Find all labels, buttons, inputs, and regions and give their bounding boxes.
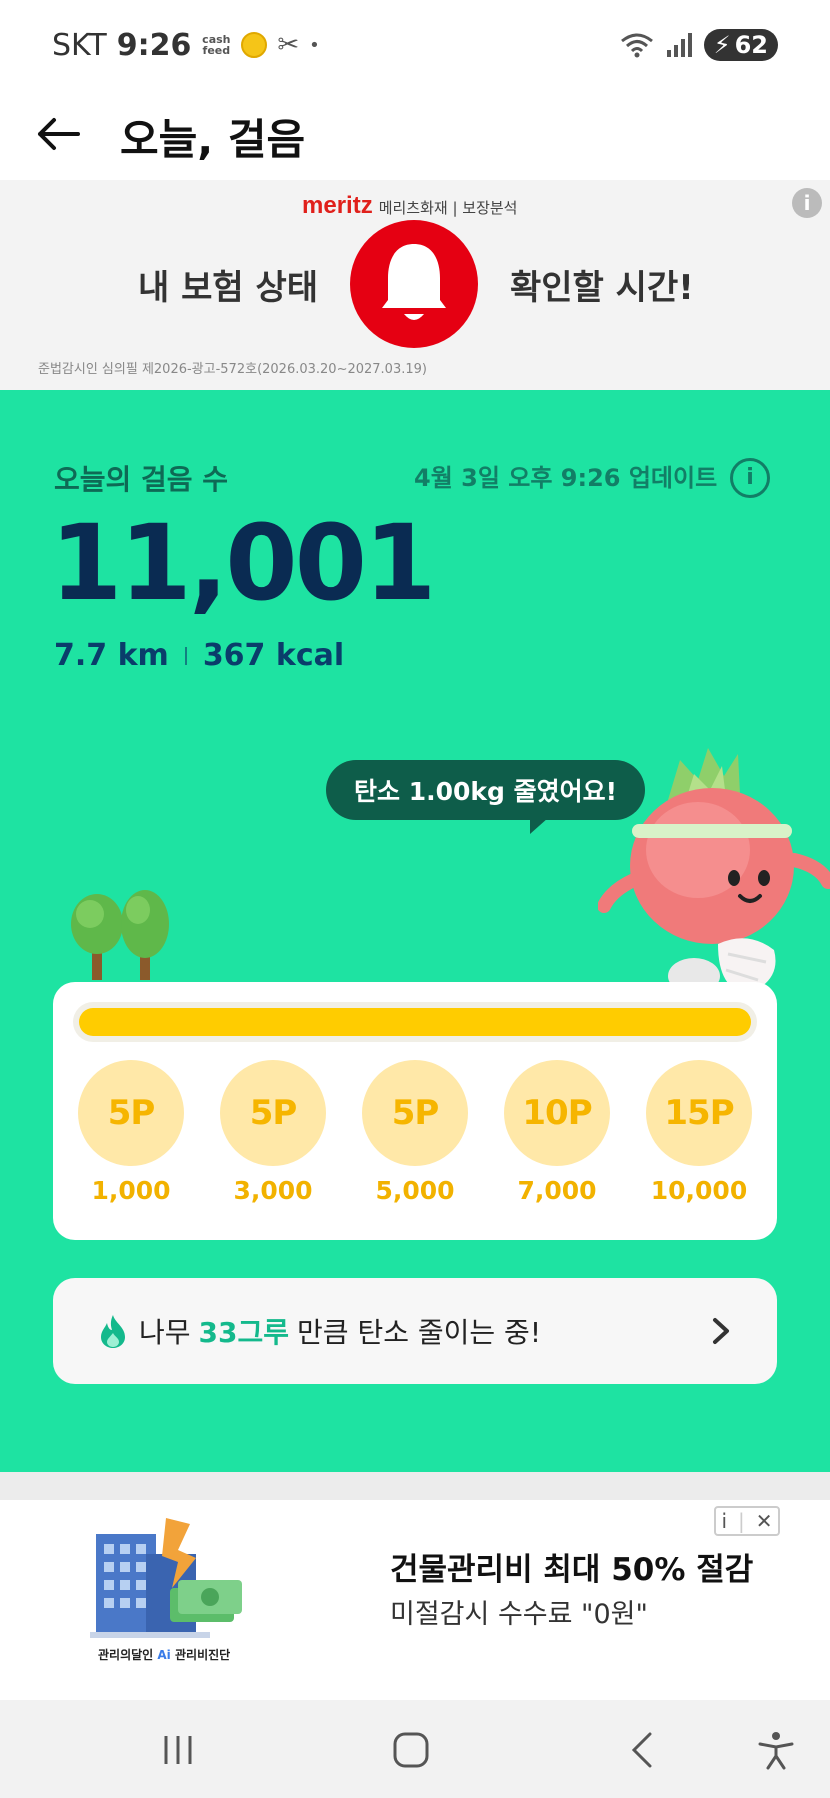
coin-icon — [241, 32, 268, 58]
ad-legal-notice: 준법감시인 심의필 제2026-광고-572호(2026.03.20~2027.… — [38, 362, 427, 377]
wifi-icon — [620, 32, 654, 58]
page-title: 오늘, 걸음 — [120, 115, 306, 164]
status-bar: SKT 9:26 cash feed ✂ • ⚡ 62 — [0, 0, 830, 90]
step-reward-card: 5P 1,000 5P 3,000 5P 5,000 10P 7,000 15P 10,000 — [53, 982, 777, 1240]
signal-icon — [666, 32, 692, 58]
carrier-label: SKT — [52, 27, 107, 63]
steps-panel: 오늘의 걸음 수 4월 3일 오후 9:26 업데이트 i 11,001 7.7… — [0, 390, 830, 1472]
battery-indicator: ⚡ 62 — [703, 29, 778, 61]
ad-info-icon-bottom[interactable]: i — [721, 1509, 727, 1533]
progress-fill — [79, 1008, 751, 1036]
charging-icon: ⚡ — [713, 31, 731, 59]
reward-step-threshold: 1,000 — [91, 1176, 171, 1205]
clock: 9:26 — [116, 27, 192, 63]
reward-step-threshold: 5,000 — [375, 1176, 455, 1205]
building-illustration — [90, 1518, 242, 1638]
steps-count: 11,001 — [50, 502, 436, 624]
caption-suffix: 관리비진단 — [174, 1648, 231, 1662]
notification-dot-icon: • — [309, 34, 320, 56]
ad-headline: 건물관리비 최대 50% 절감 — [390, 1552, 754, 1588]
tree-text-suffix: 만큼 탄소 줄이는 중! — [297, 1316, 542, 1349]
reward-item[interactable]: 10P 7,000 — [504, 1060, 610, 1205]
fire-icon — [101, 1315, 125, 1348]
reward-step-threshold: 10,000 — [650, 1176, 748, 1205]
reward-step-threshold: 7,000 — [517, 1176, 597, 1205]
stats-divider — [184, 646, 187, 665]
reward-step-threshold: 3,000 — [233, 1176, 313, 1205]
app-header: 오늘, 걸음 — [0, 90, 830, 180]
status-right: ⚡ 62 — [620, 29, 778, 61]
carbon-bubble-text: 탄소 1.00kg 줄였어요! — [354, 777, 618, 806]
stats-row: 7.7 km 367 kcal — [54, 638, 344, 673]
recent-apps-icon[interactable] — [156, 1728, 200, 1772]
system-nav-bar — [0, 1700, 830, 1798]
tomato-mascot-illustration — [598, 748, 830, 994]
tree-count: 33그루 — [198, 1316, 290, 1349]
bell-icon — [350, 220, 478, 348]
meritz-logo: meritz — [302, 192, 373, 219]
ad-close-icon[interactable]: ✕ — [756, 1509, 773, 1533]
section-divider — [0, 1472, 830, 1500]
progress-track — [73, 1002, 757, 1042]
update-timestamp: 4월 3일 오후 9:26 업데이트 — [414, 464, 718, 492]
ad-info-icon[interactable]: i — [792, 188, 822, 218]
ad-subline: 미절감시 수수료 "0원" — [390, 1599, 648, 1630]
caption-ai: Ai — [157, 1648, 171, 1662]
insurance-ad-banner[interactable]: meritz 메리츠화재 | 보장분석 i 내 보험 상태 확인할 시간! 준법… — [0, 180, 830, 390]
caption-prefix: 관리의달인 — [98, 1648, 154, 1662]
distance-value: 7.7 km — [54, 638, 169, 673]
reward-points-badge: 5P — [78, 1060, 184, 1166]
reward-item[interactable]: 5P 5,000 — [362, 1060, 468, 1205]
reward-points-badge: 5P — [362, 1060, 468, 1166]
chevron-right-icon — [713, 1318, 729, 1344]
tree-text-prefix: 나무 — [139, 1316, 191, 1349]
ad-text-left: 내 보험 상태 — [138, 268, 319, 308]
cashfeed-icon: cash feed — [202, 33, 231, 57]
ad-illustration-caption: 관리의달인 Ai 관리비진단 — [98, 1646, 230, 1663]
info-icon[interactable]: i — [730, 458, 770, 498]
meritz-brand: meritz 메리츠화재 | 보장분석 — [302, 192, 517, 220]
steps-label: 오늘의 걸음 수 — [54, 463, 229, 496]
building-ad-banner[interactable]: i | ✕ 관리의달인 Ai 관리비진단 건물관리비 최대 50% 절감 미절감… — [0, 1500, 830, 1700]
status-left: SKT 9:26 cash feed ✂ • — [52, 28, 320, 63]
reward-item[interactable]: 5P 3,000 — [220, 1060, 326, 1205]
tree-carbon-card[interactable]: 나무 33그루 만큼 탄소 줄이는 중! — [53, 1278, 777, 1384]
reward-points-badge: 5P — [220, 1060, 326, 1166]
reward-list: 5P 1,000 5P 3,000 5P 5,000 10P 7,000 15P 10,000 — [53, 1060, 777, 1205]
reward-item[interactable]: 5P 1,000 — [78, 1060, 184, 1205]
shoe-icon: ✂ — [277, 30, 300, 60]
bubble-tail — [530, 818, 548, 834]
home-icon[interactable] — [389, 1728, 433, 1772]
calories-value: 367 kcal — [202, 638, 345, 673]
battery-level: 62 — [734, 31, 768, 59]
reward-points-badge: 10P — [504, 1060, 610, 1166]
back-arrow-icon[interactable] — [34, 110, 82, 158]
ad-controls: i | ✕ — [714, 1506, 780, 1536]
ad-text-right: 확인할 시간! — [510, 268, 694, 308]
trees-illustration — [71, 890, 169, 980]
reward-points-badge: 15P — [646, 1060, 752, 1166]
meritz-subtitle: 메리츠화재 | 보장분석 — [378, 199, 518, 217]
reward-item[interactable]: 15P 10,000 — [646, 1060, 752, 1205]
accessibility-icon[interactable] — [754, 1728, 798, 1772]
nav-back-icon[interactable] — [622, 1728, 666, 1772]
tree-carbon-text: 나무 33그루 만큼 탄소 줄이는 중! — [139, 1311, 541, 1351]
